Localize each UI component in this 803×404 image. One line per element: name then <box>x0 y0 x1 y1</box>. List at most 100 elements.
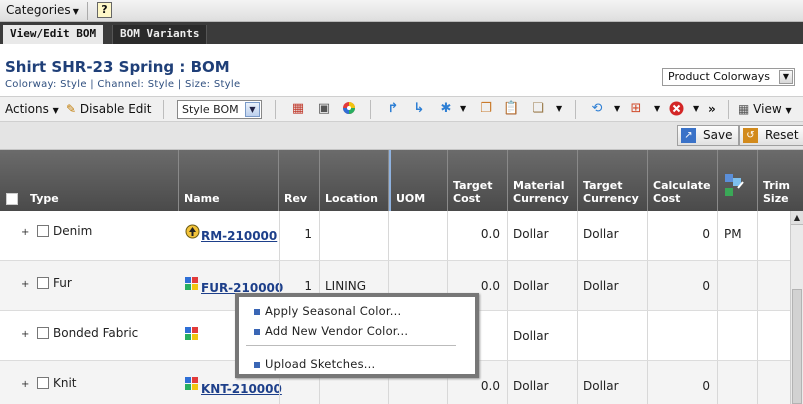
col-header-uom-label: UOM <box>396 192 426 205</box>
chevron-down-icon[interactable]: ▼ <box>460 104 466 113</box>
select-all-checkbox[interactable] <box>6 193 18 205</box>
col-header-location-label: Location <box>325 192 378 205</box>
divider <box>728 100 729 119</box>
paste-icon[interactable]: 📋 <box>503 101 519 117</box>
col-header-name[interactable]: Name <box>179 150 279 211</box>
col-header-rev[interactable]: Rev <box>279 150 320 211</box>
pencil-off-icon: ✎ <box>66 102 77 116</box>
tab-bom-variants[interactable]: BOM Variants <box>112 25 208 44</box>
divider <box>275 100 276 119</box>
cell-calculate-cost: 0 <box>648 361 718 404</box>
row-checkbox[interactable] <box>37 277 49 289</box>
outdent-icon[interactable]: ↳ <box>411 101 427 117</box>
reset-button[interactable]: ↺ Reset <box>739 125 803 146</box>
colorways-select[interactable]: Product Colorways ▼ <box>662 68 795 86</box>
divider <box>163 100 164 119</box>
view-menu[interactable]: ▦ View ▼ <box>738 102 792 116</box>
actions-menu[interactable]: Actions ▼ <box>5 102 59 116</box>
col-header-calculate-cost[interactable]: Calculate Cost <box>648 150 718 211</box>
chevron-down-icon: ▼ <box>72 7 79 16</box>
material-color-icon <box>185 277 199 291</box>
col-header-target-currency-label: Target Currency <box>583 179 639 205</box>
cell-calculate-cost: 0 <box>648 261 718 310</box>
col-header-target-currency[interactable]: Target Currency <box>578 150 648 211</box>
context-menu: Apply Seasonal Color... Add New Vendor C… <box>235 293 479 378</box>
menu-item-add-new-vendor-color[interactable]: Add New Vendor Color... <box>254 324 408 338</box>
bullet-icon <box>254 361 260 368</box>
expand-icon[interactable]: + <box>21 379 29 390</box>
refresh-icon[interactable]: ⟲ <box>589 101 605 117</box>
cell-colorway <box>718 311 758 360</box>
vertical-scrollbar[interactable]: ▲ <box>790 211 803 404</box>
cell-type: Denim <box>53 224 93 238</box>
chevron-down-icon[interactable]: ▼ <box>693 104 699 113</box>
col-header-location[interactable]: Location <box>320 150 389 211</box>
row-checkbox[interactable] <box>37 225 49 237</box>
bullet-icon <box>254 328 260 335</box>
col-header-type[interactable]: Type <box>0 150 179 211</box>
cell-uom <box>389 211 448 260</box>
col-header-target-cost-label: Target Cost <box>453 179 493 205</box>
cell-material-currency: Dollar <box>508 311 578 360</box>
more-tools-button[interactable]: » <box>708 102 716 116</box>
col-header-trim-size[interactable]: Trim Size <box>758 150 803 211</box>
divider <box>370 100 371 119</box>
view-label: View <box>753 102 782 116</box>
help-icon[interactable]: ? <box>97 2 112 18</box>
table-row[interactable]: + Denim RM-210000 1 0.0 Dollar Dollar 0 … <box>0 211 790 261</box>
page-subtitle: Colorway: Style | Channel: Style | Size:… <box>5 79 241 90</box>
col-header-uom[interactable]: UOM <box>389 150 448 211</box>
chevron-down-icon[interactable]: ▼ <box>654 104 660 113</box>
scroll-thumb[interactable] <box>792 289 802 404</box>
cell-type: Knit <box>53 376 77 390</box>
tab-view-edit-bom[interactable]: View/Edit BOM <box>3 25 104 44</box>
cell-target-currency <box>578 311 648 360</box>
cell-calculate-cost <box>648 311 718 360</box>
save-button[interactable]: ↗ Save <box>677 125 740 146</box>
cell-target-currency: Dollar <box>578 211 648 260</box>
expand-icon[interactable]: + <box>21 279 29 290</box>
chevron-down-icon[interactable]: ▼ <box>556 104 562 113</box>
disable-edit-button[interactable]: ✎ Disable Edit <box>66 102 151 116</box>
indent-icon[interactable]: ↱ <box>385 101 401 117</box>
cell-material-currency: Dollar <box>508 361 578 404</box>
col-header-material-currency[interactable]: Material Currency <box>508 150 578 211</box>
menu-item-upload-sketches[interactable]: Upload Sketches... <box>254 357 375 371</box>
duplicate-icon[interactable]: ❏ <box>530 101 546 117</box>
action-bar: ↗ Save ↺ Reset <box>0 122 803 150</box>
tree-icon[interactable]: ⊞ <box>628 101 644 117</box>
copy-icon[interactable]: ❐ <box>478 101 494 117</box>
menu-item-apply-seasonal-color[interactable]: Apply Seasonal Color... <box>254 304 401 318</box>
col-header-rev-label: Rev <box>284 192 308 205</box>
material-up-icon <box>185 224 200 239</box>
col-header-colorway-icon[interactable] <box>718 150 758 211</box>
edit-row-icon[interactable]: ▣ <box>316 101 332 117</box>
asterisk-icon[interactable]: ✱ <box>438 101 454 117</box>
expand-icon[interactable]: + <box>21 227 29 238</box>
divider <box>575 100 576 119</box>
col-header-type-label: Type <box>30 192 59 205</box>
scroll-up-icon[interactable]: ▲ <box>791 211 803 225</box>
tab-bar: View/Edit BOM BOM Variants <box>0 22 803 44</box>
col-header-target-cost[interactable]: Target Cost <box>448 150 508 211</box>
col-header-name-label: Name <box>184 192 220 205</box>
row-checkbox[interactable] <box>37 377 49 389</box>
add-row-icon[interactable]: ▦ <box>290 101 306 117</box>
row-checkbox[interactable] <box>37 327 49 339</box>
categories-menu[interactable]: Categories ▼ <box>6 3 79 17</box>
expand-icon[interactable]: + <box>21 329 29 340</box>
menu-item-label: Apply Seasonal Color... <box>265 304 402 318</box>
chevron-down-icon[interactable]: ▼ <box>614 104 620 113</box>
actions-label: Actions <box>5 102 49 116</box>
menu-divider <box>246 345 456 346</box>
toolbar: Actions ▼ ✎ Disable Edit Style BOM ▼ ▦ ▣ … <box>0 96 803 122</box>
save-label: Save <box>703 128 733 142</box>
chevron-down-icon: ▼ <box>779 70 793 84</box>
delete-icon[interactable] <box>668 101 684 117</box>
material-link[interactable]: RM-210000 <box>201 229 277 243</box>
cell-target-currency: Dollar <box>578 261 648 310</box>
bom-type-select[interactable]: Style BOM ▼ <box>177 100 262 119</box>
material-link[interactable]: KNT-210000 <box>201 382 282 396</box>
color-wheel-icon[interactable] <box>341 101 357 117</box>
chevron-down-icon: ▼ <box>785 106 792 115</box>
